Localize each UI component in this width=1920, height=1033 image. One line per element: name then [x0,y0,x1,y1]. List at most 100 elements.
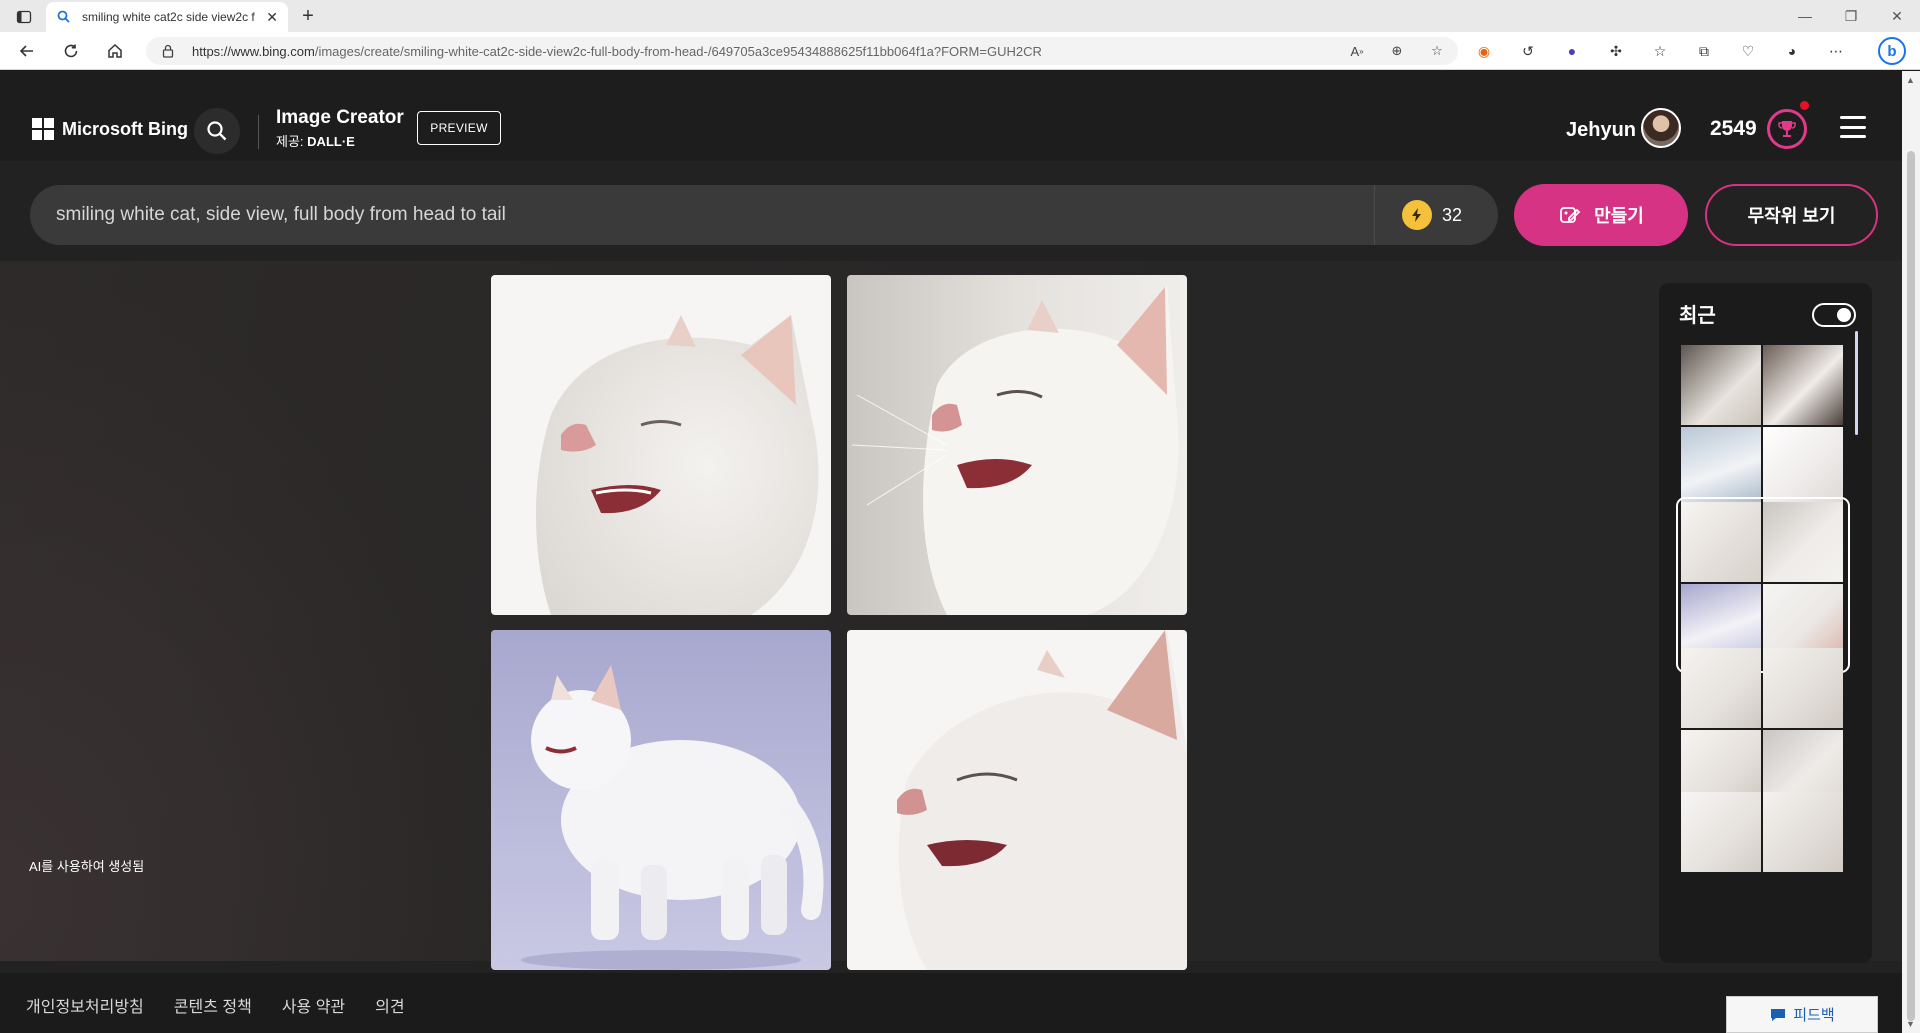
favorite-star-icon[interactable]: ☆ [1426,41,1448,61]
panel-scrollbar[interactable] [1855,331,1858,435]
url-field[interactable]: https://www.bing.com/images/create/smili… [146,37,1458,65]
provider-line: 제공: DALL·E [276,131,355,150]
footer-link-privacy[interactable]: 개인정보처리방침 [26,993,144,1017]
cat-image-3 [491,630,831,970]
boost-count: 32 [1442,204,1463,225]
generated-image-3[interactable] [491,630,831,970]
site-header: Microsoft Bing Image Creator 제공: DALL·E … [0,71,1902,161]
extension-orange-icon[interactable]: ◉ [1470,40,1498,62]
recent-thumb [1681,427,1761,507]
notification-dot [1800,101,1809,110]
recent-thumb [1681,792,1761,872]
search-icon [207,121,227,141]
prompt-input[interactable]: smiling white cat, side view, full body … [30,185,1498,245]
preview-badge: PREVIEW [417,111,501,145]
feedback-label: 피드백 [1793,1007,1835,1024]
rewards-points[interactable]: 2549 [1710,117,1757,141]
home-icon[interactable] [102,39,128,63]
cat-image-4 [847,630,1187,970]
provider-name: DALL·E [307,134,355,149]
recent-thumb [1681,502,1761,582]
read-aloud-icon[interactable]: A» [1346,41,1368,61]
recent-toggle[interactable] [1812,303,1856,327]
boost-lightning-icon [1402,200,1432,230]
recent-set-2-selected[interactable] [1676,497,1850,673]
trophy-icon [1778,121,1796,137]
browser-essentials-icon[interactable]: ♡ [1734,40,1762,62]
extension-en-icon[interactable]: ● [1558,40,1586,62]
footer-link-terms[interactable]: 사용 약관 [282,993,345,1017]
product-title[interactable]: Image Creator [276,107,404,129]
browser-tab-active[interactable]: smiling white cat2c side view2c f ✕ [46,2,288,32]
more-menu-icon[interactable]: ⋯ [1822,40,1850,62]
close-window-icon[interactable]: ✕ [1874,0,1920,32]
browser-tab-bar: smiling white cat2c side view2c f ✕ + — … [0,0,1920,32]
windows-logo-icon [32,118,54,140]
recent-thumb [1763,345,1843,425]
boost-counter[interactable]: 32 [1402,200,1462,230]
footer: 개인정보처리방침 콘텐츠 정책 사용 약관 의견 [0,973,1902,1033]
search-favicon-icon [57,10,70,23]
tab-actions-icon[interactable] [10,6,38,28]
rewards-trophy-button[interactable] [1767,109,1807,149]
avatar[interactable] [1641,108,1681,148]
logo-text: Microsoft Bing [62,118,188,139]
provider-prefix: 제공: [276,134,304,149]
recent-thumb [1763,427,1843,507]
zoom-icon[interactable]: ⊕ [1386,41,1408,61]
prompt-divider [1374,185,1375,245]
new-tab-icon[interactable]: + [294,3,322,29]
footer-link-feedback[interactable]: 의견 [375,993,404,1017]
url-path: /images/create/smiling-white-cat2c-side-… [314,44,1042,59]
recent-thumb [1763,792,1843,872]
prompt-text[interactable]: smiling white cat, side view, full body … [56,204,506,226]
url-actions: A» ⊕ ☆ [1346,41,1448,61]
cat-image-1 [491,275,831,615]
recent-thumb [1763,648,1843,728]
recent-set-4[interactable] [1681,792,1845,872]
minimize-icon[interactable]: — [1782,0,1828,32]
footer-links: 개인정보처리방침 콘텐츠 정책 사용 약관 의견 [26,993,405,1017]
search-button[interactable] [194,108,240,154]
profile-avatar-icon[interactable]: ◕ [1778,40,1806,62]
recent-set-3[interactable] [1681,648,1845,814]
scrollbar-thumb[interactable] [1907,151,1915,1021]
header-divider [258,115,259,149]
extension-arrow-icon[interactable]: ↺ [1514,40,1542,62]
collections-icon[interactable]: ⧉ [1690,40,1718,62]
lock-icon[interactable] [160,43,176,59]
extensions-puzzle-icon[interactable]: ✣ [1602,40,1630,62]
recent-thumb [1681,648,1761,728]
create-button[interactable]: 만들기 [1514,184,1688,246]
recent-thumb [1681,345,1761,425]
chat-bubble-icon [1771,1008,1786,1021]
random-view-button[interactable]: 무작위 보기 [1705,184,1878,246]
restore-icon[interactable]: ❐ [1828,0,1874,32]
footer-link-content-policy[interactable]: 콘텐츠 정책 [174,993,252,1017]
page: Microsoft Bing Image Creator 제공: DALL·E … [0,71,1902,1033]
favorites-icon[interactable]: ☆ [1646,40,1674,62]
hamburger-menu-icon[interactable] [1840,116,1866,138]
microsoft-bing-logo[interactable]: Microsoft Bing [32,118,188,140]
generated-image-2[interactable] [847,275,1187,615]
feedback-button[interactable]: 피드백 [1726,996,1878,1033]
extension-icons: ◉ ↺ ● ✣ ☆ ⧉ ♡ ◕ ⋯ [1470,40,1850,62]
recent-thumb [1763,502,1843,582]
user-name[interactable]: Jehyun [1566,119,1636,142]
window-controls: — ❐ ✕ [1782,0,1920,32]
generated-image-1[interactable] [491,275,831,615]
tab-close-icon[interactable]: ✕ [266,9,278,26]
create-brush-icon [1560,207,1581,223]
page-scrollbar[interactable]: ▲ ▼ [1902,71,1920,1033]
refresh-icon[interactable] [58,39,84,63]
scroll-down-icon[interactable]: ▼ [1906,1019,1915,1029]
ai-generated-label: AI를 사용하여 생성됨 [29,859,145,874]
generated-image-4[interactable] [847,630,1187,970]
bing-sidebar-icon[interactable]: b [1878,37,1906,65]
back-icon[interactable] [14,39,40,63]
recent-title: 최근 [1679,305,1716,327]
scroll-up-icon[interactable]: ▲ [1906,75,1915,85]
recent-set-1[interactable] [1681,345,1845,511]
create-label: 만들기 [1594,206,1644,226]
recent-panel: 최근 [1659,283,1872,963]
